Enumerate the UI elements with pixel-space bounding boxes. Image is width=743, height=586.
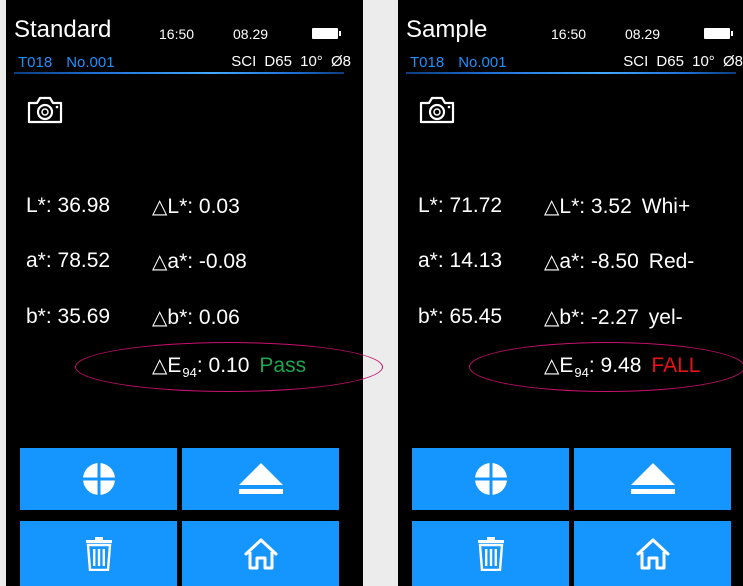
battery-icon [704, 28, 733, 39]
b-value: b*: 65.45 [418, 305, 503, 328]
aperture-label: Ø8 [722, 53, 743, 70]
highlight-ellipse [75, 342, 383, 392]
record-info: T018 No.001 [18, 54, 115, 71]
home-button[interactable] [182, 521, 339, 586]
measure-button[interactable] [20, 448, 177, 510]
delete-button[interactable] [20, 521, 177, 586]
aperture-label: Ø8 [330, 53, 351, 70]
measurement-conditions: SCI D65 10° Ø8 [231, 53, 351, 70]
home-icon [636, 538, 669, 569]
screen-title: Sample [406, 16, 488, 43]
trash-icon [477, 536, 504, 571]
crosshair-icon [80, 461, 117, 497]
crosshair-icon [472, 461, 509, 497]
a-value: a*: 78.52 [26, 249, 111, 272]
test-id: T018 [410, 54, 445, 71]
delta-a: △a*: -0.08 [152, 250, 247, 273]
record-number: No.001 [458, 54, 507, 71]
illuminant-label: D65 [656, 53, 684, 70]
standard-screen: Standard 16:50 08.29 T018 No.001 SCI D65 … [6, 0, 363, 586]
camera-icon[interactable] [26, 95, 64, 125]
delta-L: △L*: 0.03 [152, 195, 240, 218]
record-info: T018 No.001 [410, 54, 507, 71]
battery-icon [312, 28, 341, 39]
mode-label: SCI [623, 53, 649, 70]
camera-icon[interactable] [418, 95, 456, 125]
test-id: T018 [18, 54, 53, 71]
screen-title: Standard [14, 16, 112, 43]
home-button[interactable] [574, 521, 731, 586]
highlight-ellipse [469, 342, 743, 392]
measure-button[interactable] [412, 448, 569, 510]
delta-b: △b*: 0.06 [152, 306, 240, 329]
home-icon [244, 538, 277, 569]
clock: 16:50 [159, 26, 195, 42]
clock: 16:50 [551, 26, 587, 42]
eject-icon [630, 463, 675, 494]
mode-label: SCI [231, 53, 257, 70]
illuminant-label: D65 [264, 53, 292, 70]
direction-label: yel- [648, 306, 683, 329]
delta-a: △a*: -8.50 Red- [544, 250, 695, 273]
delta-L: △L*: 3.52 Whi+ [544, 195, 691, 218]
header-divider [406, 72, 736, 74]
date: 08.29 [625, 26, 661, 42]
trash-icon [85, 536, 112, 571]
observer-label: 10° [692, 53, 715, 70]
a-value: a*: 14.13 [418, 249, 503, 272]
measurement-conditions: SCI D65 10° Ø8 [623, 53, 743, 70]
eject-button[interactable] [182, 448, 339, 510]
eject-button[interactable] [574, 448, 731, 510]
b-value: b*: 35.69 [26, 305, 111, 328]
direction-label: Red- [648, 250, 695, 273]
observer-label: 10° [300, 53, 323, 70]
sample-screen: Sample 16:50 08.29 T018 No.001 SCI D65 10… [398, 0, 743, 586]
delete-button[interactable] [412, 521, 569, 586]
delta-b: △b*: -2.27 yel- [544, 306, 683, 329]
date: 08.29 [233, 26, 269, 42]
record-number: No.001 [66, 54, 115, 71]
L-value: L*: 36.98 [26, 194, 111, 217]
eject-icon [238, 463, 283, 494]
L-value: L*: 71.72 [418, 194, 503, 217]
header-divider [14, 72, 344, 74]
direction-label: Whi+ [641, 195, 691, 218]
